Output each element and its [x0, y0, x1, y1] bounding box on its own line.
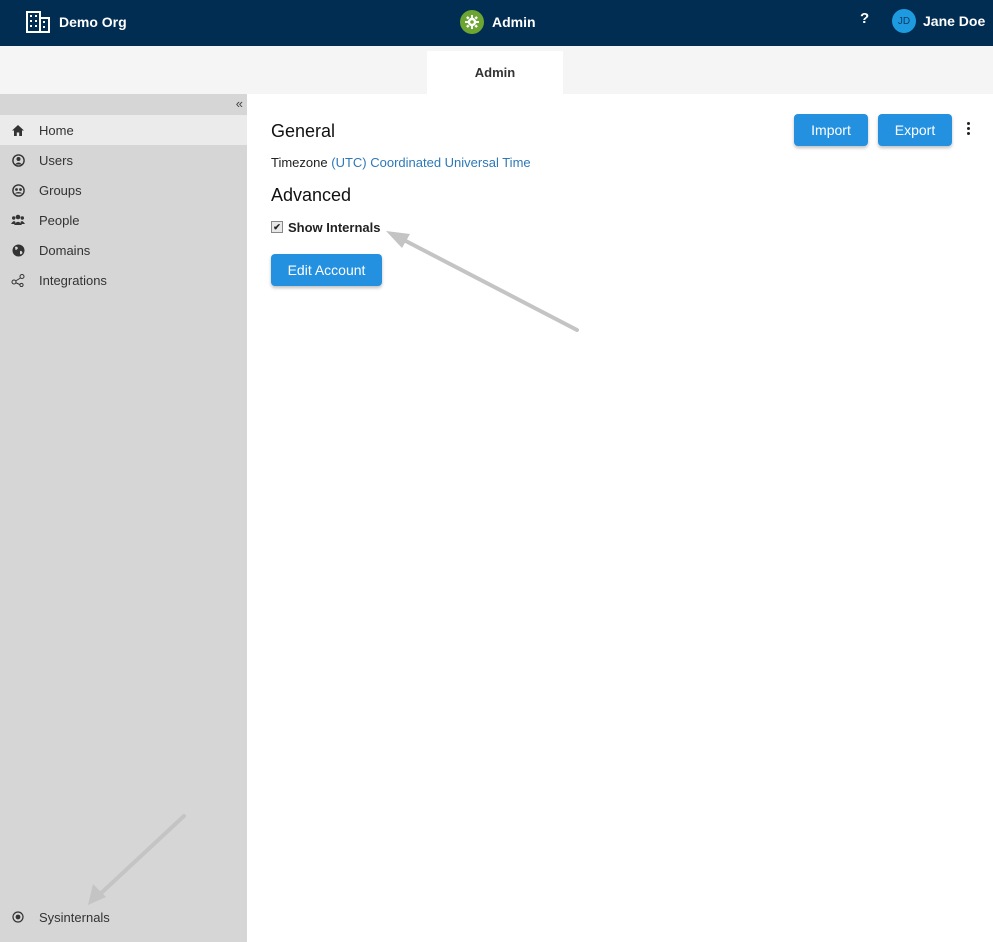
import-button[interactable]: Import — [794, 114, 868, 146]
sidebar-item-label: Integrations — [39, 272, 107, 288]
org-name: Demo Org — [59, 14, 127, 30]
user-menu[interactable]: JD Jane Doe — [892, 9, 985, 33]
timezone-row: Timezone (UTC) Coordinated Universal Tim… — [271, 155, 531, 170]
show-internals-option[interactable]: ✔ Show Internals — [271, 220, 380, 235]
sidebar-item-home[interactable]: Home — [0, 115, 247, 145]
arrow-to-show-internals — [386, 231, 579, 332]
timezone-label: Timezone — [271, 155, 328, 170]
target-icon — [11, 910, 25, 924]
show-internals-label: Show Internals — [288, 220, 381, 235]
help-icon[interactable]: ? — [860, 10, 869, 27]
edit-account-button[interactable]: Edit Account — [271, 254, 382, 286]
user-name: Jane Doe — [923, 13, 986, 29]
tab-bar: Admin — [0, 46, 993, 94]
collapse-sidebar-icon[interactable]: « — [236, 96, 243, 111]
sidebar-item-domains[interactable]: Domains — [0, 235, 247, 265]
home-icon — [11, 123, 25, 137]
sidebar-item-integrations[interactable]: Integrations — [0, 265, 247, 295]
tab-admin[interactable]: Admin — [427, 51, 563, 94]
sidebar-item-people[interactable]: People — [0, 205, 247, 235]
show-internals-checkbox[interactable]: ✔ — [271, 220, 283, 233]
advanced-heading: Advanced — [271, 185, 352, 205]
gear-icon — [460, 10, 484, 34]
group-circle-icon — [11, 183, 25, 197]
sidebar-item-label: Domains — [39, 242, 91, 258]
sidebar-item-label: Users — [39, 152, 73, 168]
org-switcher[interactable]: Demo Org — [26, 7, 127, 37]
sidebar-item-label: Sysinternals — [39, 909, 110, 925]
globe-icon — [11, 243, 25, 257]
sidebar-item-sysinternals[interactable]: Sysinternals — [0, 902, 247, 932]
sidebar-item-label: Groups — [39, 182, 82, 198]
sidebar-item-label: People — [39, 212, 80, 228]
user-circle-icon — [11, 153, 25, 167]
building-icon — [26, 11, 50, 33]
timezone-link[interactable]: (UTC) Coordinated Universal Time — [331, 155, 530, 170]
sidebar-item-users[interactable]: Users — [0, 145, 247, 175]
export-button[interactable]: Export — [878, 114, 952, 146]
app-switcher[interactable]: Admin — [460, 9, 536, 35]
share-nodes-icon — [11, 273, 25, 287]
sidebar-item-groups[interactable]: Groups — [0, 175, 247, 205]
avatar: JD — [892, 9, 916, 33]
sidebar-item-label: Home — [39, 122, 74, 138]
top-navigation-bar: Demo Org Admin ? JD Jane Doe — [0, 0, 993, 46]
sidebar: « Home Users Groups People Domains Integ — [0, 94, 247, 942]
general-heading: General — [271, 121, 336, 141]
app-name: Admin — [492, 14, 536, 30]
people-icon — [11, 213, 25, 227]
more-options-icon[interactable] — [965, 122, 971, 137]
